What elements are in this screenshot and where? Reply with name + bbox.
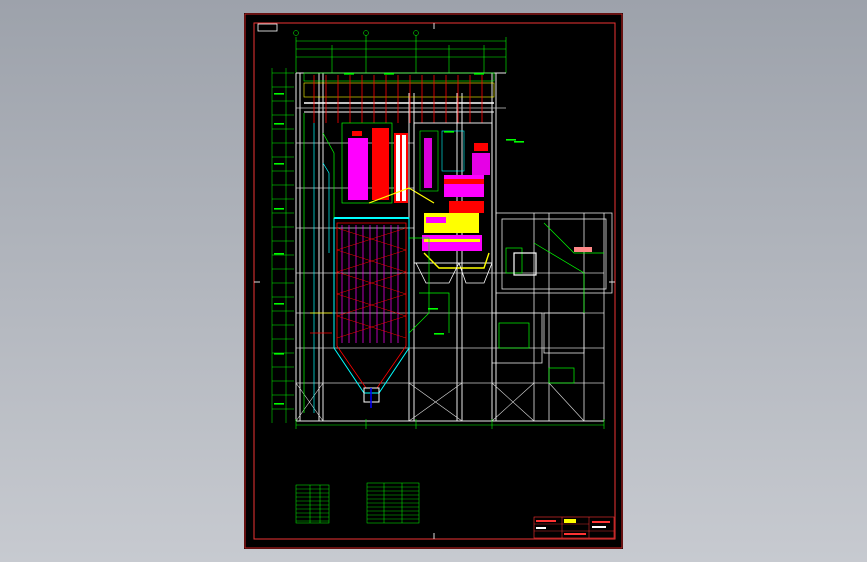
rear-structure <box>491 212 613 421</box>
drawing-sheet <box>244 13 623 549</box>
frame-bracing <box>295 382 585 422</box>
roof-steel <box>303 72 495 113</box>
top-dimensions <box>295 35 507 73</box>
annotation-mark <box>474 73 484 75</box>
cad-drawing <box>244 13 623 549</box>
annotation-mark <box>428 308 438 310</box>
elevation-ruler-left <box>271 68 287 423</box>
annotation-mark <box>274 403 284 405</box>
outer-frame <box>244 13 623 549</box>
duct-bend <box>513 252 537 276</box>
legend-table-middle-rows <box>367 486 419 520</box>
rear-label-box <box>574 247 592 252</box>
annotation-mark <box>274 123 284 125</box>
annotation-mark <box>506 139 516 141</box>
annotation-mark <box>514 141 524 143</box>
annotation-mark <box>384 73 394 75</box>
legend-table-left <box>295 484 330 524</box>
annotation-mark <box>274 93 284 95</box>
annotation-mark <box>274 208 284 210</box>
title-block <box>533 516 615 539</box>
annotation-mark <box>444 131 454 133</box>
annotation-mark <box>274 353 284 355</box>
annotation-mark <box>274 253 284 255</box>
inner-frame <box>253 22 616 540</box>
annotation-mark <box>274 303 284 305</box>
grid-axis-marks-top <box>293 30 419 36</box>
convection-pass <box>413 122 493 269</box>
annotation-mark <box>434 333 444 335</box>
annotation-mark <box>344 73 354 75</box>
corner-tag <box>257 23 278 32</box>
annotation-mark <box>274 163 284 165</box>
legend-table-left-rows <box>296 488 329 522</box>
